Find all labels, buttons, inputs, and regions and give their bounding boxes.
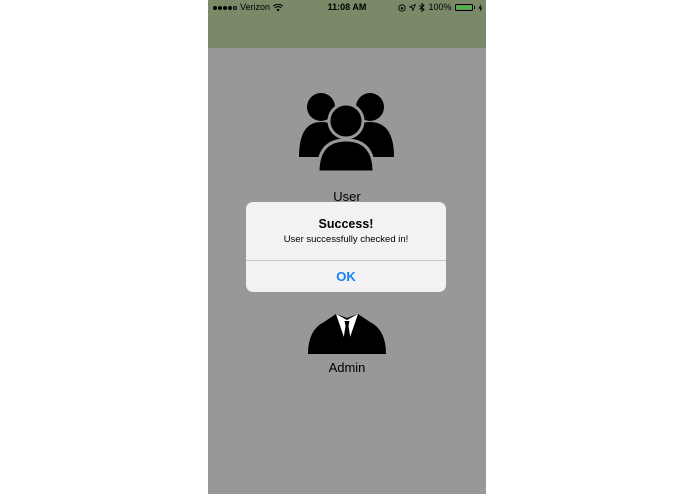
admin-suit-icon[interactable]	[306, 296, 388, 359]
status-right: 100%	[398, 0, 483, 15]
success-alert-dialog: Success! User successfully checked in! O…	[246, 202, 446, 292]
ok-button[interactable]: OK	[246, 261, 446, 292]
alert-title: Success!	[318, 217, 374, 231]
battery-percent: 100%	[428, 2, 452, 12]
location-arrow-icon	[409, 4, 417, 11]
bluetooth-icon	[419, 3, 426, 12]
battery-level-fill	[456, 6, 471, 9]
battery-icon	[454, 4, 473, 11]
group-users-icon[interactable]	[298, 90, 396, 177]
orientation-lock-icon	[398, 3, 407, 12]
charging-bolt-icon	[478, 3, 483, 12]
phone-screen: Verizon 11:08 AM 100% User Admin Success…	[208, 0, 486, 494]
status-bar: Verizon 11:08 AM 100%	[208, 0, 486, 15]
status-bar-area: Verizon 11:08 AM 100%	[208, 0, 486, 48]
alert-message: User successfully checked in!	[283, 234, 409, 245]
battery-tip	[473, 6, 475, 9]
admin-label: Admin	[328, 360, 366, 375]
